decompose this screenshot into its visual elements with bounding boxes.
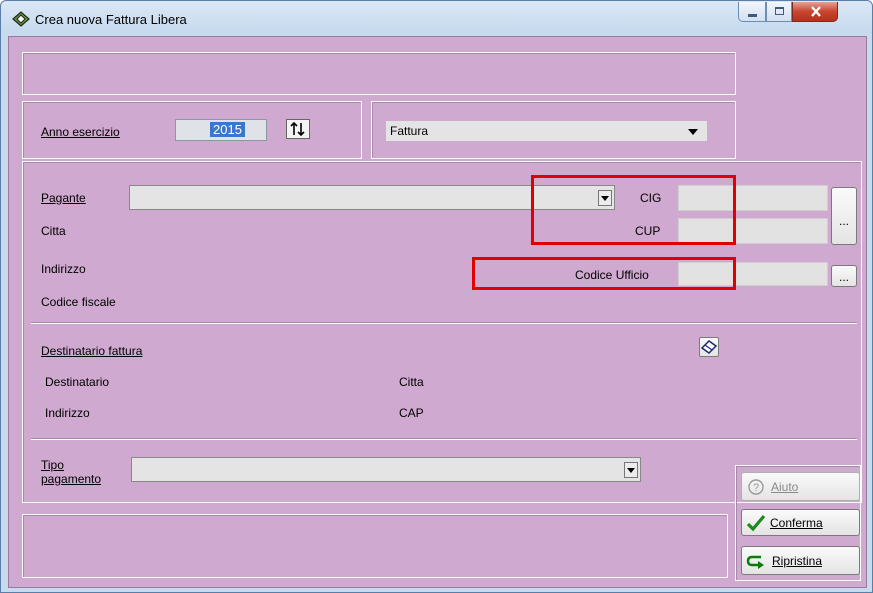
browse-button-label: ...: [838, 270, 849, 284]
tipo-pagamento-dropdown-button[interactable]: [624, 462, 638, 478]
section-divider: [31, 322, 857, 324]
pagante-label: Pagante: [41, 191, 86, 205]
help-icon: ?: [748, 478, 764, 495]
tipo-pagamento-label-line2: pagamento: [41, 472, 102, 486]
maximize-icon: [775, 7, 784, 15]
codice-ufficio-highlight: [472, 257, 736, 290]
cig-cup-highlight: [531, 175, 736, 245]
anno-esercizio-value: 2015: [210, 122, 245, 137]
chevron-down-icon: [688, 129, 698, 135]
close-icon: [811, 6, 821, 17]
maximize-button[interactable]: [766, 2, 792, 22]
dialog-body: Anno esercizio 2015 Fattura Pagante CIG …: [8, 36, 867, 588]
minimize-button[interactable]: [738, 2, 766, 22]
spinner-arrows-icon: [290, 121, 305, 137]
checkmark-icon: [746, 514, 766, 531]
anno-esercizio-label: Anno esercizio: [41, 125, 120, 139]
status-panel: [22, 514, 728, 578]
cig-cup-browse-button[interactable]: ...: [831, 187, 857, 245]
anno-panel: Anno esercizio 2015: [22, 101, 362, 159]
details-panel: Pagante CIG Citta CUP ... Indirizzo Codi…: [22, 161, 862, 503]
tipo-documento-select[interactable]: Fattura: [386, 121, 707, 141]
app-icon: [12, 11, 30, 27]
title-bar[interactable]: Crea nuova Fattura Libera: [1, 1, 872, 37]
tipo-documento-value: Fattura: [390, 124, 429, 138]
codice-fiscale-label: Codice fiscale: [41, 295, 116, 309]
destinatario-fattura-label: Destinatario fattura: [41, 344, 143, 358]
conferma-label: Conferma: [770, 515, 823, 530]
ripristina-label: Ripristina: [772, 553, 823, 568]
tipo-pagamento-select[interactable]: [131, 457, 641, 482]
destinatario-citta-label: Citta: [399, 375, 424, 389]
browse-button-label: ...: [838, 214, 849, 228]
pagante-indirizzo-label: Indirizzo: [41, 262, 86, 276]
codice-ufficio-browse-button[interactable]: ...: [831, 265, 857, 287]
close-button[interactable]: [792, 2, 838, 22]
app-window: Crea nuova Fattura Libera Anno esercizio…: [0, 0, 873, 593]
undo-arrow-icon: [746, 555, 764, 569]
message-panel: [22, 52, 736, 95]
minimize-icon: [748, 14, 757, 17]
chevron-down-icon: [627, 467, 635, 473]
aiuto-button[interactable]: ? Aiuto: [741, 472, 860, 501]
section-divider: [31, 438, 857, 440]
pagante-citta-label: Citta: [41, 224, 66, 238]
destinatario-label: Destinatario: [45, 375, 110, 389]
ripristina-button[interactable]: Ripristina: [741, 546, 860, 575]
svg-text:?: ?: [753, 482, 759, 494]
aiuto-label: Aiuto: [771, 479, 799, 494]
tipo-pagamento-label-line1: Tipo: [41, 458, 64, 472]
destinatario-cap-label: CAP: [399, 406, 424, 420]
destinatario-edit-button[interactable]: [699, 337, 719, 357]
conferma-button[interactable]: Conferma: [741, 509, 860, 536]
anno-spinner[interactable]: [286, 119, 310, 139]
eraser-icon: [701, 340, 717, 354]
destinatario-indirizzo-label: Indirizzo: [45, 406, 90, 420]
tipo-documento-panel: Fattura: [371, 101, 736, 159]
anno-esercizio-field[interactable]: 2015: [175, 119, 267, 141]
window-title: Crea nuova Fattura Libera: [35, 12, 187, 27]
